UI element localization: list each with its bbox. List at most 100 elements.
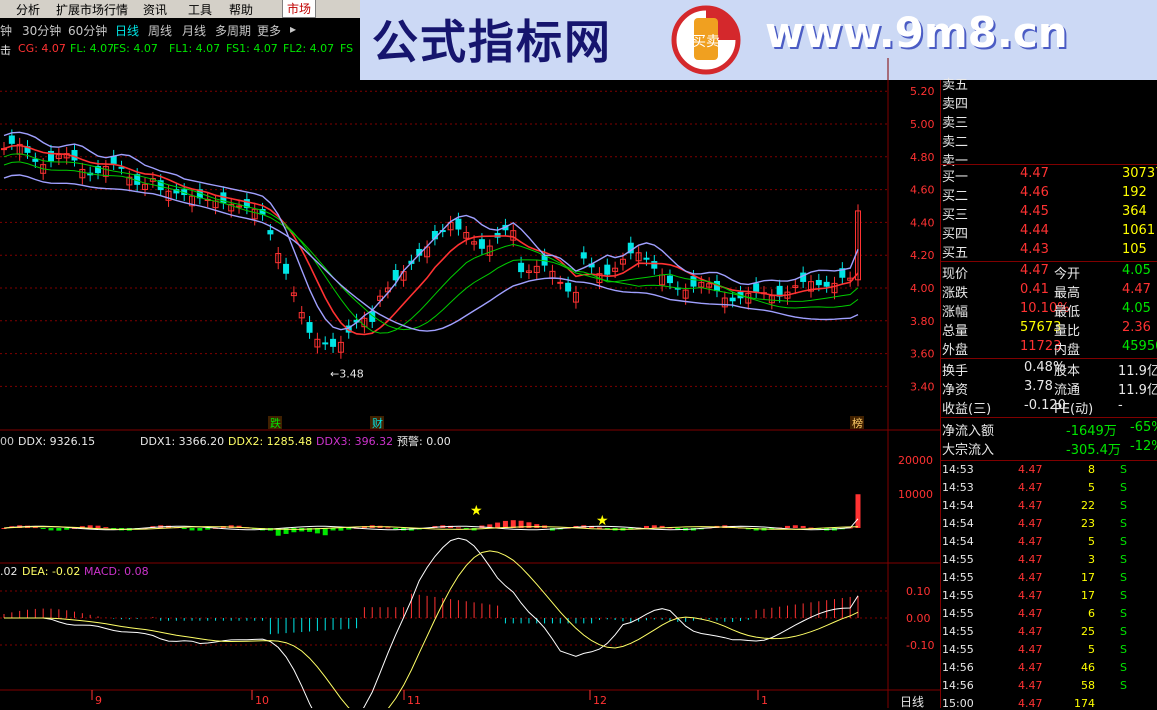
period-tab[interactable]: 月线: [182, 22, 206, 39]
tick-side: S: [1120, 463, 1127, 476]
ddx-bar: [534, 524, 540, 528]
ddx1-line: [3, 518, 859, 531]
tick-side: S: [1120, 625, 1127, 638]
tick-side: S: [1120, 661, 1127, 674]
menu-item-market[interactable]: 市场: [282, 0, 317, 18]
buy-level-price: 4.46: [1020, 185, 1049, 200]
finance-label: 换手: [942, 364, 969, 379]
menu-item[interactable]: 帮助: [229, 1, 253, 18]
quote-label: 现价: [942, 267, 969, 282]
tick-price: 4.47: [1018, 625, 1043, 638]
indicator-value: FS: 4.07: [113, 42, 158, 55]
candle-body: [651, 261, 658, 269]
flow-percent: -65%: [1130, 420, 1157, 435]
flow-label: 净流入额: [942, 424, 995, 439]
macd-dif-line: [4, 537, 859, 708]
tick-price: 4.47: [1018, 589, 1043, 602]
buy-level-volume: 105: [1122, 242, 1147, 257]
buy-level-label: 买一: [942, 170, 969, 185]
flow-value: -1649万: [1066, 424, 1117, 439]
buy-level-label: 买二: [942, 189, 969, 204]
quote-label: 最低: [1054, 305, 1081, 320]
period-tab[interactable]: 多周期: [215, 22, 251, 39]
flow-value: -305.4万: [1066, 443, 1121, 458]
macd-value: MACD: 0.08: [84, 565, 149, 578]
candle-body: [565, 282, 572, 292]
quote-panel: 卖五卖四卖三卖二卖一买一4.4730737买二4.46192买三4.45364买…: [940, 78, 1157, 710]
menu-item[interactable]: 扩展市场行情: [56, 1, 128, 18]
indicator-value: FS1: 4.07: [226, 42, 278, 55]
tick-volume: 5: [1088, 643, 1095, 656]
tick-time: 14:54: [942, 517, 974, 530]
flow-label: 大宗流入: [942, 443, 995, 458]
tick-side: S: [1120, 589, 1127, 602]
menu-item[interactable]: 资讯: [143, 1, 167, 18]
ddx-bar: [205, 528, 211, 530]
tick-time: 14:54: [942, 535, 974, 548]
macd-value: .02: [0, 565, 18, 578]
candle-body: [815, 279, 822, 286]
price-axis-label: 3.80: [910, 315, 935, 328]
buy-level-volume: 192: [1122, 185, 1147, 200]
menu-item[interactable]: 工具: [188, 1, 212, 18]
tick-price: 4.47: [1018, 661, 1043, 674]
ddx-bar: [56, 528, 62, 531]
tick-time: 14:55: [942, 589, 974, 602]
macd-axis-label: 0.10: [906, 585, 931, 598]
tick-time: 14:53: [942, 481, 974, 494]
date-axis-label: 10: [255, 694, 269, 707]
tick-time: 14:55: [942, 625, 974, 638]
tick-price: 4.47: [1018, 463, 1043, 476]
buy-level-price: 4.47: [1020, 166, 1049, 181]
tick-price: 4.47: [1018, 643, 1043, 656]
kline-chart[interactable]: 5.20 5.00 4.80 4.60 4.40 4.20 4.00 3.80 3.60 3.40…: [0, 58, 940, 708]
buy-level-label: 买五: [942, 246, 969, 261]
price-axis-label: 5.00: [910, 118, 935, 131]
buy-level-label: 买三: [942, 208, 969, 223]
candle-body: [392, 269, 399, 281]
period-tab[interactable]: 钟: [0, 22, 12, 39]
period-tab[interactable]: 周线: [148, 22, 172, 39]
price-axis-label: 4.60: [910, 184, 935, 197]
candle-body: [753, 283, 760, 292]
flow-percent: -12%: [1130, 439, 1157, 454]
price-axis-label: 4.00: [910, 282, 935, 295]
quote-label: 内盘: [1054, 343, 1081, 358]
tick-volume: 46: [1081, 661, 1095, 674]
tick-time: 14:56: [942, 661, 974, 674]
quote-label: 外盘: [942, 343, 969, 358]
indicator-value: FS: [340, 42, 354, 55]
period-more-arrow-icon[interactable]: ▸: [290, 22, 296, 36]
indicator-value: FL1: 4.07: [169, 42, 221, 55]
finance-label: 流通: [1054, 383, 1081, 398]
tick-volume: 25: [1081, 625, 1095, 638]
period-tab[interactable]: 60分钟: [68, 22, 107, 39]
ddx-axis-label: 10000: [898, 488, 933, 501]
candle-body: [643, 257, 650, 260]
period-tab[interactable]: 更多: [257, 22, 281, 39]
ddx-bar: [455, 527, 461, 529]
period-tab[interactable]: 30分钟: [22, 22, 61, 39]
ddx-axis-label: 20000: [898, 454, 933, 467]
star-icon: ★: [470, 503, 483, 519]
candle-body: [729, 297, 736, 302]
buy-level-volume: 364: [1122, 204, 1147, 219]
date-axis-label: 11: [407, 694, 421, 707]
period-tab[interactable]: 日线: [115, 22, 139, 39]
ddx-bar: [64, 528, 70, 530]
ddx-bar: [95, 525, 101, 528]
logo-text: 买卖: [692, 34, 720, 50]
candle-body: [267, 230, 274, 235]
buy-level-volume: 30737: [1122, 166, 1157, 181]
ddx-bar: [103, 527, 109, 529]
price-axis-label: 4.40: [910, 216, 935, 229]
ddx-bar: [181, 528, 187, 530]
menu-item[interactable]: 分析: [16, 1, 40, 18]
ddx-value: DDX1: 3366.20: [140, 435, 224, 448]
tick-volume: 8: [1088, 463, 1095, 476]
price-axis-label: 4.80: [910, 151, 935, 164]
quote-value: 4.05: [1122, 301, 1151, 316]
low-price-label: ←3.48: [330, 367, 364, 380]
tick-price: 4.47: [1018, 553, 1043, 566]
envelope-line-blue: [3, 174, 859, 332]
